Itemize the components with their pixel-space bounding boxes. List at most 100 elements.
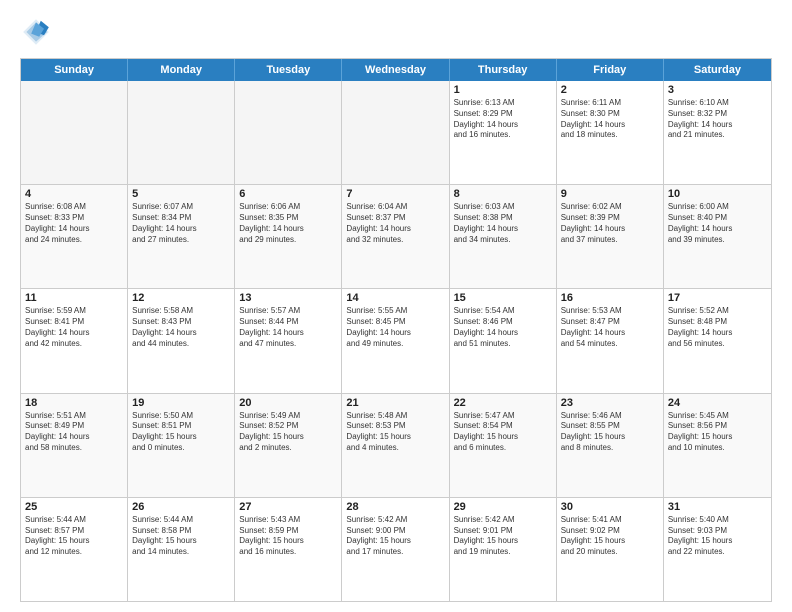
day-info: Sunrise: 5:44 AMSunset: 8:57 PMDaylight:… xyxy=(25,515,123,558)
day-cell-11: 11 Sunrise: 5:59 AMSunset: 8:41 PMDayligh… xyxy=(21,289,128,392)
day-cell-14: 14Sunrise: 5:55 AMSunset: 8:45 PMDayligh… xyxy=(342,289,449,392)
day-number: 9 xyxy=(561,188,659,200)
day-number: 13 xyxy=(239,292,337,304)
day-info: Sunrise: 5:41 AMSunset: 9:02 PMDaylight:… xyxy=(561,515,659,558)
day-cell-25: 25 Sunrise: 5:44 AMSunset: 8:57 PMDayligh… xyxy=(21,498,128,601)
calendar-body: 1 Sunrise: 6:13 AMSunset: 8:29 PMDaylight… xyxy=(21,81,771,601)
day-info: Sunrise: 5:54 AMSunset: 8:46 PMDaylight:… xyxy=(454,306,552,349)
day-header-monday: Monday xyxy=(128,59,235,81)
day-info: Sunrise: 5:47 AMSunset: 8:54 PMDaylight:… xyxy=(454,411,552,454)
day-header-saturday: Saturday xyxy=(664,59,771,81)
day-number: 29 xyxy=(454,501,552,513)
day-number: 8 xyxy=(454,188,552,200)
day-info: Sunrise: 5:51 AMSunset: 8:49 PMDaylight:… xyxy=(25,411,123,454)
day-cell-23: 23Sunrise: 5:46 AMSunset: 8:55 PMDayligh… xyxy=(557,394,664,497)
day-cell-13: 13 Sunrise: 5:57 AMSunset: 8:44 PMDayligh… xyxy=(235,289,342,392)
day-info: Sunrise: 5:44 AMSunset: 8:58 PMDaylight:… xyxy=(132,515,230,558)
day-header-thursday: Thursday xyxy=(450,59,557,81)
day-cell-31: 31 Sunrise: 5:40 AMSunset: 9:03 PMDayligh… xyxy=(664,498,771,601)
day-cell-15: 15 Sunrise: 5:54 AMSunset: 8:46 PMDayligh… xyxy=(450,289,557,392)
empty-cell xyxy=(21,81,128,184)
day-number: 11 xyxy=(25,292,123,304)
day-number: 20 xyxy=(239,397,337,409)
day-info: Sunrise: 5:52 AMSunset: 8:48 PMDaylight:… xyxy=(668,306,767,349)
day-cell-27: 27 Sunrise: 5:43 AMSunset: 8:59 PMDayligh… xyxy=(235,498,342,601)
week-row-1: 1 Sunrise: 6:13 AMSunset: 8:29 PMDaylight… xyxy=(21,81,771,185)
day-number: 31 xyxy=(668,501,767,513)
logo xyxy=(20,16,58,48)
day-cell-2: 2 Sunrise: 6:11 AMSunset: 8:30 PMDaylight… xyxy=(557,81,664,184)
day-cell-10: 10 Sunrise: 6:00 AMSunset: 8:40 PMDayligh… xyxy=(664,185,771,288)
day-number: 28 xyxy=(346,501,444,513)
day-number: 2 xyxy=(561,84,659,96)
day-info: Sunrise: 6:08 AMSunset: 8:33 PMDaylight:… xyxy=(25,202,123,245)
day-info: Sunrise: 5:55 AMSunset: 8:45 PMDaylight:… xyxy=(346,306,444,349)
day-number: 30 xyxy=(561,501,659,513)
day-info: Sunrise: 6:02 AMSunset: 8:39 PMDaylight:… xyxy=(561,202,659,245)
day-number: 1 xyxy=(454,84,552,96)
day-number: 6 xyxy=(239,188,337,200)
day-number: 10 xyxy=(668,188,767,200)
day-info: Sunrise: 5:48 AMSunset: 8:53 PMDaylight:… xyxy=(346,411,444,454)
day-number: 5 xyxy=(132,188,230,200)
day-number: 15 xyxy=(454,292,552,304)
day-cell-20: 20 Sunrise: 5:49 AMSunset: 8:52 PMDayligh… xyxy=(235,394,342,497)
empty-cell xyxy=(342,81,449,184)
day-number: 25 xyxy=(25,501,123,513)
day-cell-9: 9 Sunrise: 6:02 AMSunset: 8:39 PMDaylight… xyxy=(557,185,664,288)
day-info: Sunrise: 5:50 AMSunset: 8:51 PMDaylight:… xyxy=(132,411,230,454)
day-cell-4: 4Sunrise: 6:08 AMSunset: 8:33 PMDaylight… xyxy=(21,185,128,288)
day-header-wednesday: Wednesday xyxy=(342,59,449,81)
header xyxy=(20,16,772,48)
day-header-friday: Friday xyxy=(557,59,664,81)
day-number: 3 xyxy=(668,84,767,96)
day-cell-30: 30 Sunrise: 5:41 AMSunset: 9:02 PMDayligh… xyxy=(557,498,664,601)
empty-cell xyxy=(235,81,342,184)
day-cell-5: 5 Sunrise: 6:07 AMSunset: 8:34 PMDaylight… xyxy=(128,185,235,288)
day-info: Sunrise: 5:45 AMSunset: 8:56 PMDaylight:… xyxy=(668,411,767,454)
day-number: 7 xyxy=(346,188,444,200)
day-info: Sunrise: 5:57 AMSunset: 8:44 PMDaylight:… xyxy=(239,306,337,349)
day-info: Sunrise: 6:10 AMSunset: 8:32 PMDaylight:… xyxy=(668,98,767,141)
day-cell-3: 3 Sunrise: 6:10 AMSunset: 8:32 PMDaylight… xyxy=(664,81,771,184)
day-number: 26 xyxy=(132,501,230,513)
day-cell-24: 24Sunrise: 5:45 AMSunset: 8:56 PMDayligh… xyxy=(664,394,771,497)
day-cell-1: 1 Sunrise: 6:13 AMSunset: 8:29 PMDaylight… xyxy=(450,81,557,184)
week-row-3: 11 Sunrise: 5:59 AMSunset: 8:41 PMDayligh… xyxy=(21,289,771,393)
day-info: Sunrise: 6:06 AMSunset: 8:35 PMDaylight:… xyxy=(239,202,337,245)
day-cell-18: 18 Sunrise: 5:51 AMSunset: 8:49 PMDayligh… xyxy=(21,394,128,497)
calendar: SundayMondayTuesdayWednesdayThursdayFrid… xyxy=(20,58,772,602)
day-info: Sunrise: 6:00 AMSunset: 8:40 PMDaylight:… xyxy=(668,202,767,245)
day-info: Sunrise: 6:04 AMSunset: 8:37 PMDaylight:… xyxy=(346,202,444,245)
week-row-4: 18 Sunrise: 5:51 AMSunset: 8:49 PMDayligh… xyxy=(21,394,771,498)
day-info: Sunrise: 5:59 AMSunset: 8:41 PMDaylight:… xyxy=(25,306,123,349)
day-info: Sunrise: 6:07 AMSunset: 8:34 PMDaylight:… xyxy=(132,202,230,245)
day-cell-6: 6 Sunrise: 6:06 AMSunset: 8:35 PMDaylight… xyxy=(235,185,342,288)
day-info: Sunrise: 5:53 AMSunset: 8:47 PMDaylight:… xyxy=(561,306,659,349)
day-number: 18 xyxy=(25,397,123,409)
day-number: 27 xyxy=(239,501,337,513)
day-info: Sunrise: 5:43 AMSunset: 8:59 PMDaylight:… xyxy=(239,515,337,558)
day-cell-21: 21 Sunrise: 5:48 AMSunset: 8:53 PMDayligh… xyxy=(342,394,449,497)
calendar-header: SundayMondayTuesdayWednesdayThursdayFrid… xyxy=(21,59,771,81)
day-cell-8: 8 Sunrise: 6:03 AMSunset: 8:38 PMDaylight… xyxy=(450,185,557,288)
day-cell-19: 19 Sunrise: 5:50 AMSunset: 8:51 PMDayligh… xyxy=(128,394,235,497)
day-info: Sunrise: 5:49 AMSunset: 8:52 PMDaylight:… xyxy=(239,411,337,454)
day-info: Sunrise: 6:13 AMSunset: 8:29 PMDaylight:… xyxy=(454,98,552,141)
day-info: Sunrise: 6:03 AMSunset: 8:38 PMDaylight:… xyxy=(454,202,552,245)
day-number: 16 xyxy=(561,292,659,304)
day-number: 21 xyxy=(346,397,444,409)
day-cell-7: 7 Sunrise: 6:04 AMSunset: 8:37 PMDaylight… xyxy=(342,185,449,288)
day-info: Sunrise: 5:58 AMSunset: 8:43 PMDaylight:… xyxy=(132,306,230,349)
day-number: 19 xyxy=(132,397,230,409)
day-info: Sunrise: 5:40 AMSunset: 9:03 PMDaylight:… xyxy=(668,515,767,558)
day-cell-17: 17Sunrise: 5:52 AMSunset: 8:48 PMDayligh… xyxy=(664,289,771,392)
day-cell-16: 16 Sunrise: 5:53 AMSunset: 8:47 PMDayligh… xyxy=(557,289,664,392)
empty-cell xyxy=(128,81,235,184)
day-header-tuesday: Tuesday xyxy=(235,59,342,81)
day-header-sunday: Sunday xyxy=(21,59,128,81)
day-cell-12: 12Sunrise: 5:58 AMSunset: 8:43 PMDayligh… xyxy=(128,289,235,392)
logo-icon xyxy=(20,16,52,48)
day-info: Sunrise: 6:11 AMSunset: 8:30 PMDaylight:… xyxy=(561,98,659,141)
day-number: 23 xyxy=(561,397,659,409)
